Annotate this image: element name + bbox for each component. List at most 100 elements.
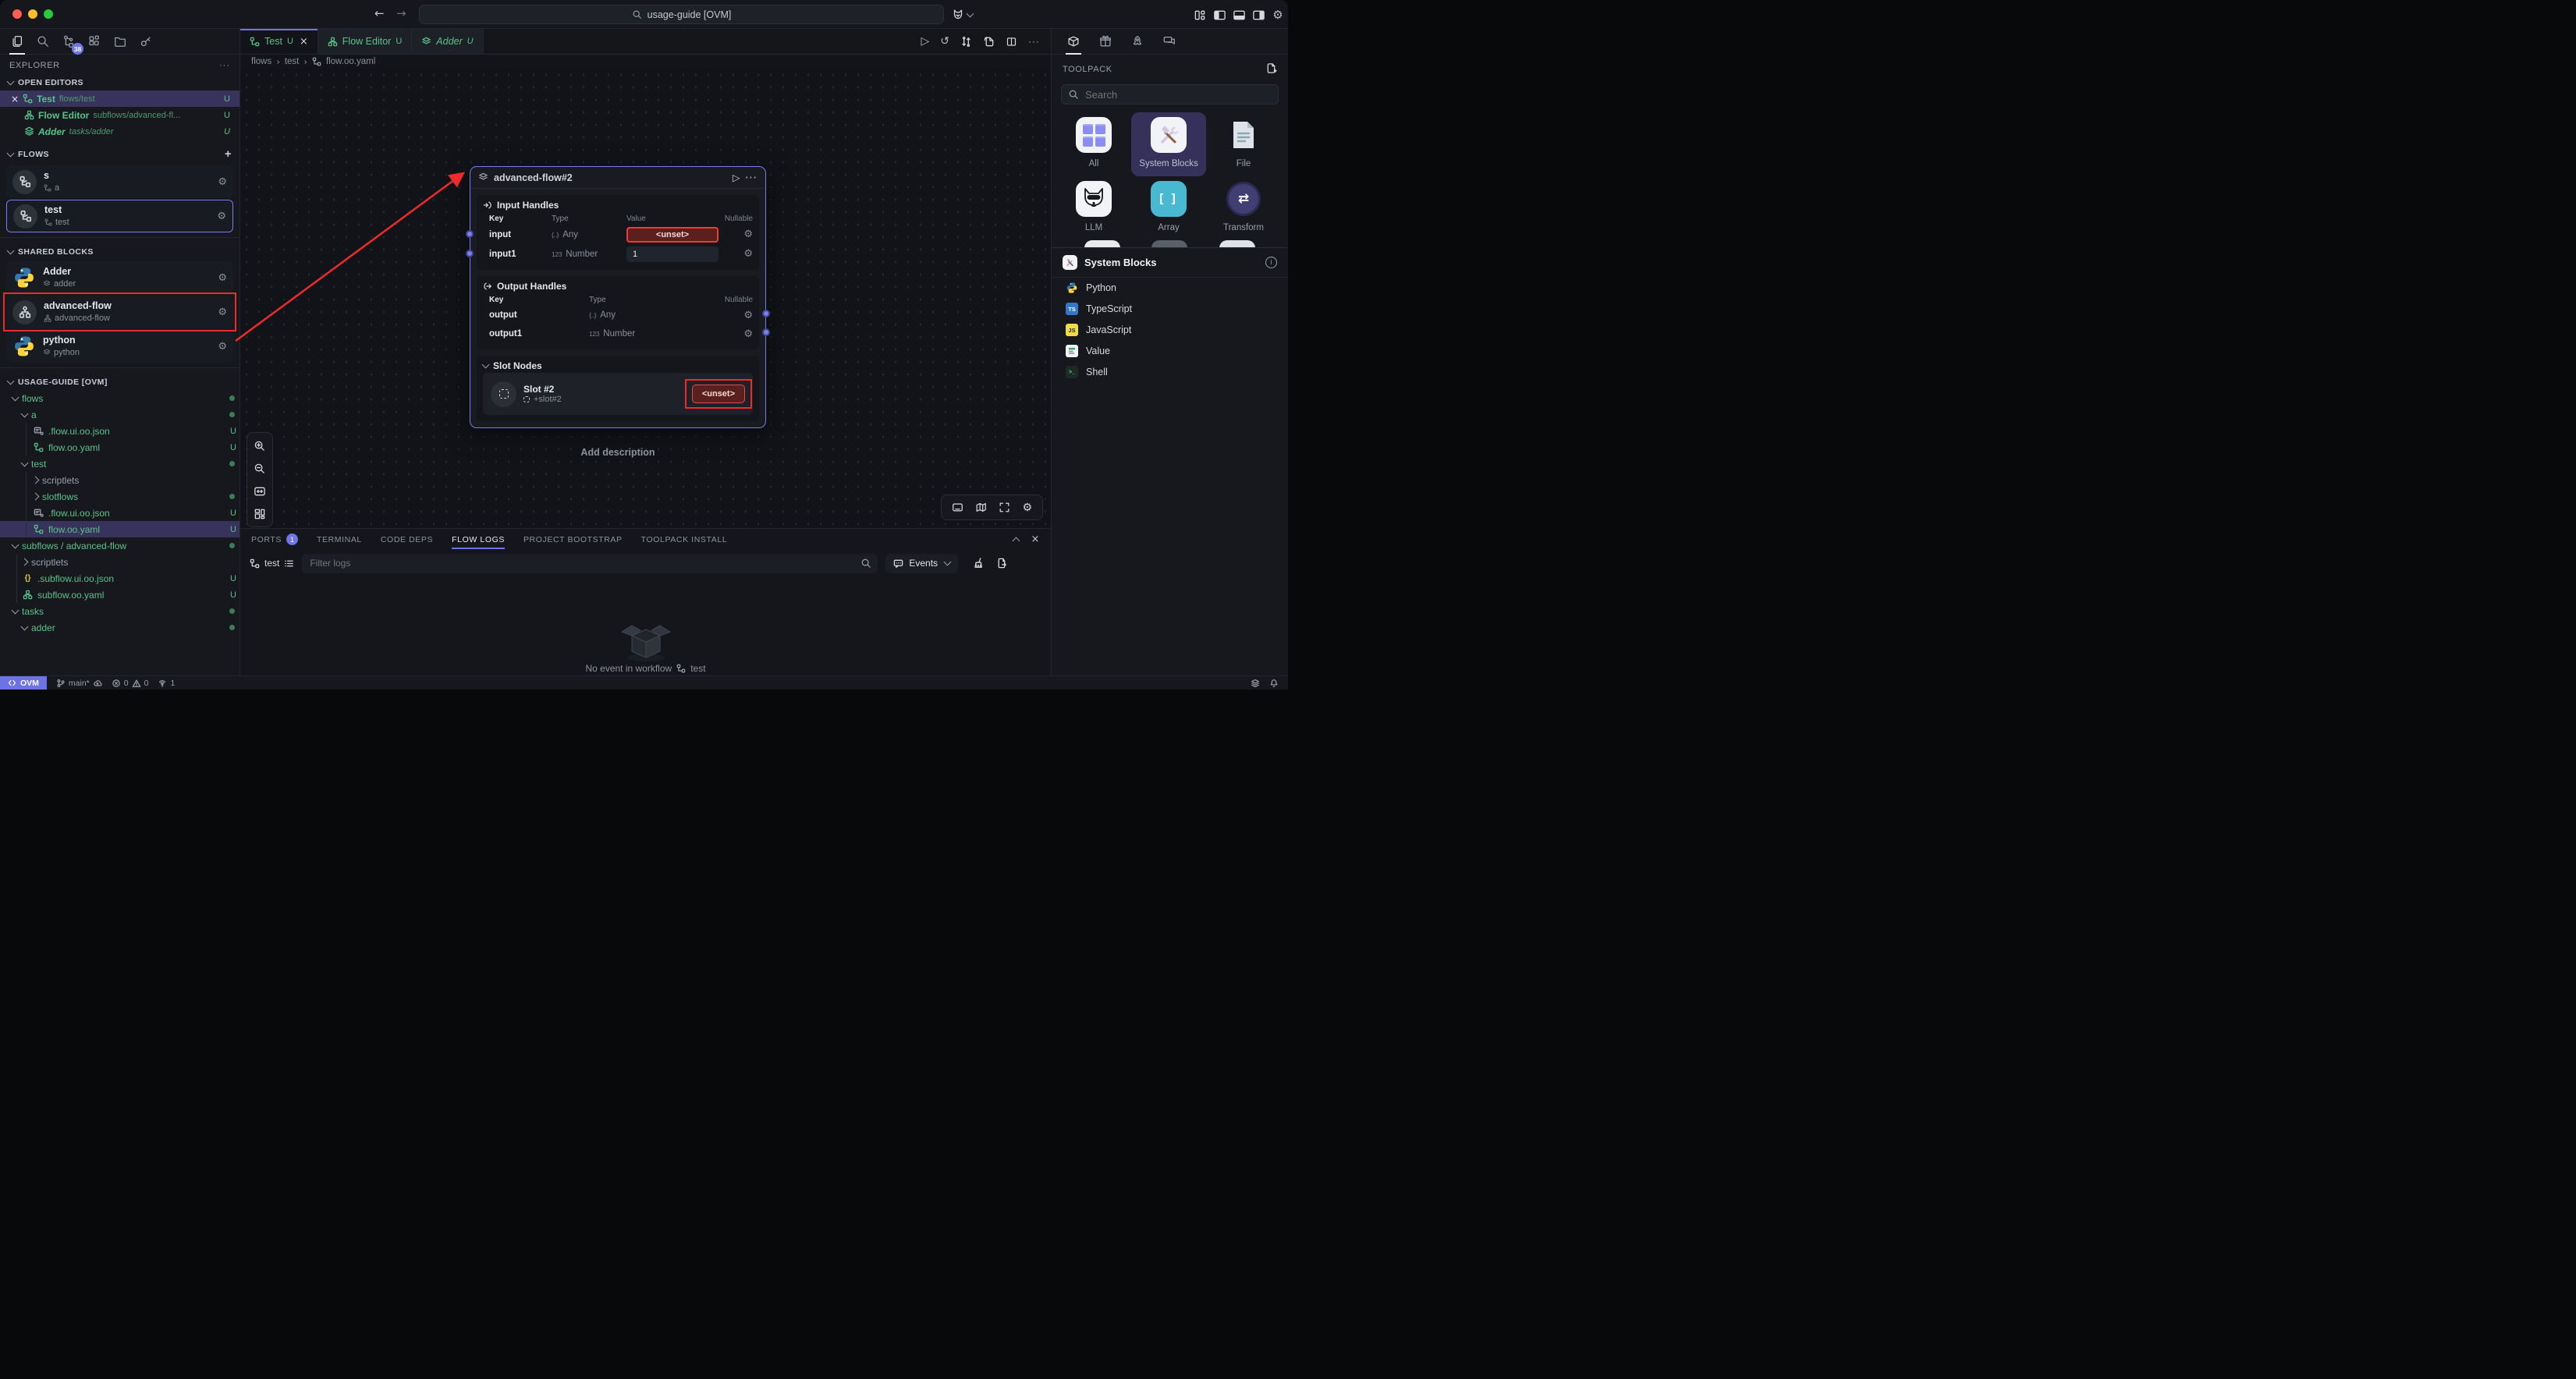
events-dropdown[interactable]: Events xyxy=(885,554,958,573)
run-node-icon[interactable]: ▷ xyxy=(733,172,740,183)
export-file-icon[interactable] xyxy=(983,36,995,48)
tab-toolpack-install[interactable]: TOOLPACK INSTALL xyxy=(641,529,728,550)
block-item-value[interactable]: Value xyxy=(1052,341,1288,362)
maximize-window-button[interactable] xyxy=(44,9,53,19)
clear-logs-broom-icon[interactable] xyxy=(972,557,985,569)
tab-adder[interactable]: Adder U xyxy=(412,29,483,54)
tree-item-folder[interactable]: adder xyxy=(0,619,240,636)
problems-indicator[interactable]: 0 0 xyxy=(112,679,149,688)
sync-arrows-icon[interactable] xyxy=(960,36,972,48)
gear-icon[interactable]: ⚙ xyxy=(733,248,753,260)
log-list-icon[interactable] xyxy=(284,558,294,569)
filter-logs-input[interactable] xyxy=(302,554,878,573)
zoom-in-icon[interactable] xyxy=(250,436,270,456)
toolpack-search[interactable] xyxy=(1061,84,1279,105)
info-icon[interactable]: i xyxy=(1265,257,1277,268)
assistant-cat-icon[interactable] xyxy=(950,7,966,23)
block-item-javascript[interactable]: JS JavaScript xyxy=(1052,320,1288,341)
close-icon[interactable]: × xyxy=(11,94,19,105)
value-field[interactable]: 1 xyxy=(626,246,719,262)
zoom-out-icon[interactable] xyxy=(250,459,270,478)
tree-item-folder[interactable]: scriptlets xyxy=(0,472,240,488)
node-menu-icon[interactable]: ··· xyxy=(746,172,758,183)
fullscreen-icon[interactable] xyxy=(999,502,1010,513)
shared-block-card[interactable]: Adder adder ⚙ xyxy=(6,261,233,294)
handle-row-output1[interactable]: output1 123Number ⚙ xyxy=(483,324,753,343)
output-port[interactable] xyxy=(762,328,770,336)
open-editor-item[interactable]: × Test flows/test U xyxy=(0,90,240,107)
tile-llm[interactable]: LLM xyxy=(1056,176,1131,240)
tab-code-deps[interactable]: CODE DEPS xyxy=(381,529,433,550)
flow-card[interactable]: s a ⚙ xyxy=(6,165,233,198)
toggle-right-sidebar-icon[interactable] xyxy=(1251,7,1266,23)
block-item-shell[interactable]: >_ Shell xyxy=(1052,362,1288,383)
extensions-icon[interactable] xyxy=(85,32,104,51)
gear-icon[interactable]: ⚙ xyxy=(733,310,753,321)
gear-icon[interactable]: ⚙ xyxy=(218,176,227,188)
breadcrumb[interactable]: flows› test› flow.oo.yaml xyxy=(240,55,1051,69)
split-editor-icon[interactable] xyxy=(1006,36,1017,48)
back-icon[interactable]: ← xyxy=(374,6,385,20)
slot-card[interactable]: Slot #2 +slot#2 <unset> xyxy=(483,373,753,415)
export-logs-icon[interactable] xyxy=(995,557,1008,569)
tab-test[interactable]: Test U × xyxy=(240,29,318,54)
layers-icon[interactable] xyxy=(1251,679,1260,688)
open-editor-item[interactable]: Flow Editor subflows/advanced-fl... U xyxy=(0,107,240,123)
node-advanced-flow-2[interactable]: advanced-flow#2 ▷ ··· Input Handles Key xyxy=(470,166,766,428)
flow-canvas[interactable]: advanced-flow#2 ▷ ··· Input Handles Key xyxy=(240,69,1051,528)
tree-item-file[interactable]: subflow.oo.yamlU xyxy=(0,587,240,603)
add-flow-button[interactable]: + xyxy=(225,147,232,161)
handle-row-input[interactable]: input {..}Any <unset> ⚙ xyxy=(483,225,753,244)
open-editors-header[interactable]: OPEN EDITORS xyxy=(0,73,240,90)
search-icon[interactable] xyxy=(34,32,52,51)
close-panel-icon[interactable]: × xyxy=(1031,534,1041,545)
maximize-panel-icon[interactable] xyxy=(1012,537,1020,544)
tile-transform[interactable]: ⇄ Transform xyxy=(1206,176,1281,240)
tree-item-file-selected[interactable]: flow.oo.yamlU xyxy=(0,521,240,537)
bell-icon[interactable] xyxy=(1269,679,1279,688)
gear-icon[interactable]: ⚙ xyxy=(217,211,226,222)
minimap-icon[interactable] xyxy=(975,502,987,513)
chevron-down-icon[interactable] xyxy=(966,7,974,23)
tree-item-folder[interactable]: subflows / advanced-flow xyxy=(0,537,240,554)
tab-flow-logs[interactable]: FLOW LOGS xyxy=(452,529,505,550)
tab-project-bootstrap[interactable]: PROJECT BOOTSTRAP xyxy=(523,529,623,550)
fit-view-icon[interactable] xyxy=(250,481,270,501)
tile-system-blocks[interactable]: System Blocks xyxy=(1131,112,1206,176)
shared-blocks-header[interactable]: SHARED BLOCKS xyxy=(0,243,240,260)
gear-icon[interactable]: ⚙ xyxy=(218,307,227,318)
tree-item-folder[interactable]: a xyxy=(0,406,240,423)
tile-all[interactable]: All xyxy=(1056,112,1131,176)
tab-flow-editor[interactable]: Flow Editor U xyxy=(318,29,412,54)
tile-file[interactable]: File xyxy=(1206,112,1281,176)
handle-row-output[interactable]: output {..}Any ⚙ xyxy=(483,306,753,324)
close-window-button[interactable] xyxy=(12,9,22,19)
tree-item-folder[interactable]: flows xyxy=(0,390,240,406)
output-port[interactable] xyxy=(762,310,770,317)
canvas-settings-gear-icon[interactable]: ⚙ xyxy=(1022,502,1032,514)
handle-row-input1[interactable]: input1 123Number 1 ⚙ xyxy=(483,244,753,264)
open-editor-item[interactable]: Adder tasks/adder U xyxy=(0,123,240,140)
close-tab-icon[interactable]: × xyxy=(300,36,308,48)
input-port[interactable] xyxy=(466,250,474,257)
value-unset-field[interactable]: <unset> xyxy=(626,227,719,243)
gear-icon[interactable]: ⚙ xyxy=(218,272,227,284)
flow-card-selected[interactable]: test test ⚙ xyxy=(6,200,233,232)
gift-icon[interactable] xyxy=(1096,32,1115,51)
forward-icon[interactable]: → xyxy=(396,6,406,20)
tree-item-file[interactable]: .flow.ui.oo.jsonU xyxy=(0,423,240,439)
toggle-panel-icon[interactable] xyxy=(952,502,963,513)
tree-item-folder[interactable]: slotflows xyxy=(0,488,240,505)
ports-forwarded-indicator[interactable]: 1 xyxy=(158,679,175,688)
tree-item-file[interactable]: flow.oo.yamlU xyxy=(0,439,240,456)
key-icon[interactable] xyxy=(137,32,155,51)
tile-array[interactable]: [ ] Array xyxy=(1131,176,1206,240)
more-actions-icon[interactable]: ··· xyxy=(1028,36,1040,47)
tree-item-folder[interactable]: scriptlets xyxy=(0,554,240,570)
more-actions-icon[interactable]: ··· xyxy=(219,61,230,70)
block-item-typescript[interactable]: TS TypeScript xyxy=(1052,299,1288,320)
toolpack-package-icon[interactable] xyxy=(1064,32,1083,51)
feedback-chat-icon[interactable] xyxy=(1160,32,1179,51)
shared-block-card[interactable]: python python ⚙ xyxy=(6,330,233,363)
new-toolpack-icon[interactable] xyxy=(1265,62,1277,76)
